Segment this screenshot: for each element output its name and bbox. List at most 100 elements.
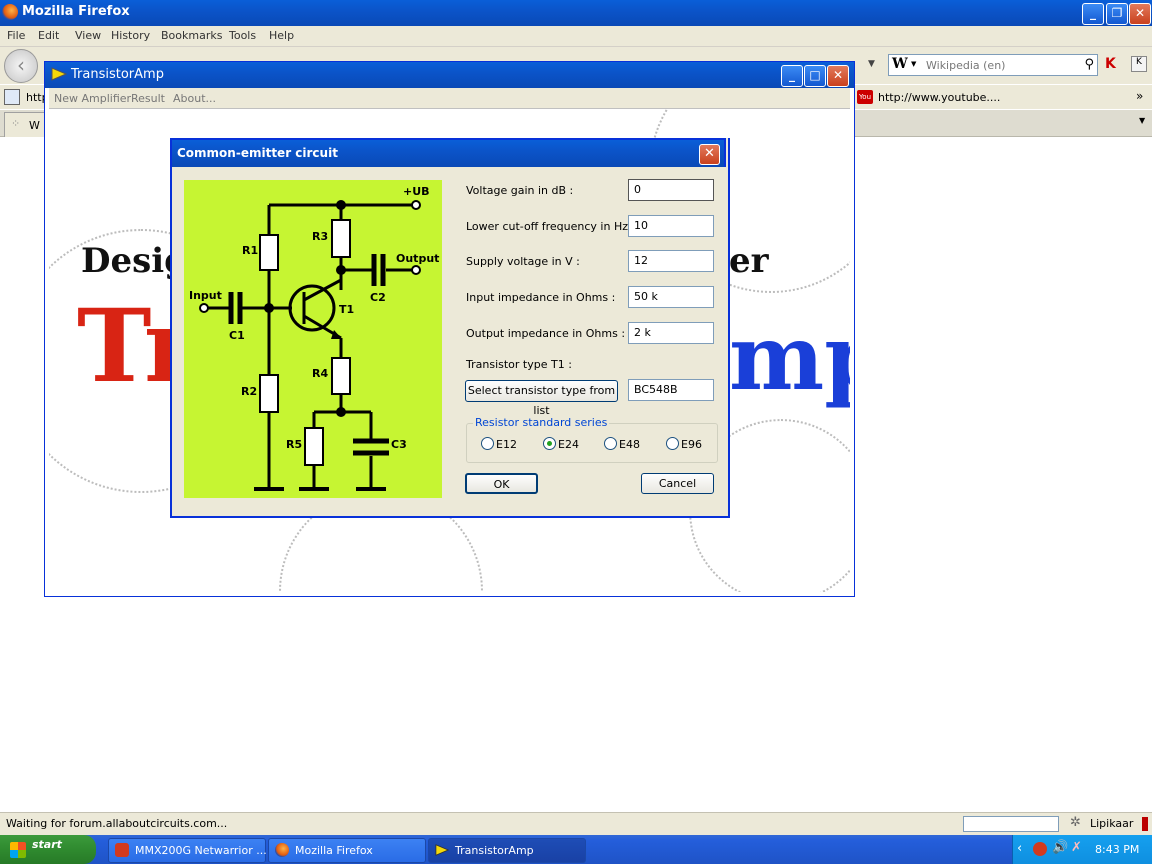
label-c1: C1 [229,329,245,342]
menu-result[interactable]: Result [131,92,165,105]
task-netwarrior-label: MMX200G Netwarrior ... [135,844,267,857]
youtube-icon: You [857,90,873,104]
taskbar: start MMX200G Netwarrior ... Mozilla Fir… [0,835,1152,864]
minimize-button[interactable]: _ [1082,3,1104,25]
network-icon[interactable]: ✗ [1071,840,1082,855]
ta-minimize-button[interactable]: _ [781,65,803,87]
ta-close-button[interactable]: ✕ [827,65,849,87]
tray-app-icon[interactable] [1033,842,1047,856]
cancel-button[interactable]: Cancel [641,473,714,494]
menu-new-amplifier[interactable]: New Amplifier [54,92,131,105]
ok-button[interactable]: OK [465,473,538,494]
netwarrior-icon [115,843,129,857]
label-c2: C2 [370,291,386,304]
supply-voltage-input[interactable]: 12 [628,250,714,272]
radio-selected-icon[interactable] [543,437,556,450]
dialog-close-button[interactable]: ✕ [699,144,720,165]
dialog-title: Common-emitter circuit [177,146,338,160]
transistoramp-title: TransistorAmp [71,67,164,82]
tab-left[interactable]: ⁘ W [4,112,46,137]
radio-e12[interactable]: E12 [481,437,517,451]
loading-icon: ⁘ [11,117,21,130]
ta-maximize-button[interactable]: □ [804,65,826,87]
menu-edit[interactable]: Edit [38,29,59,42]
radio-e48-label: E48 [619,438,640,451]
task-transistoramp[interactable]: TransistorAmp [428,838,586,863]
status-stop-icon [1142,817,1148,831]
label-t1: T1 [339,303,355,316]
transistor-type-field[interactable]: BC548B [628,379,714,401]
engine-dropdown-icon[interactable]: ▼ [911,60,916,68]
maximize-button[interactable]: ❐ [1106,3,1128,25]
tab-left-label: W [29,119,40,132]
search-icon[interactable]: ⚲ [1084,57,1094,72]
resistor-series-label: Resistor standard series [473,416,610,429]
wikipedia-icon[interactable]: W [892,56,908,72]
supply-voltage-label: Supply voltage in V : [466,255,580,268]
radio-circle-icon[interactable] [604,437,617,450]
close-button[interactable]: ✕ [1129,3,1151,25]
tray-chevron-icon[interactable]: ‹ [1017,841,1022,856]
search-placeholder: Wikipedia (en) [926,59,1006,72]
firefox-logo-icon [2,4,18,20]
gear-icon[interactable]: ✲ [1070,815,1081,830]
task-firefox[interactable]: Mozilla Firefox [268,838,426,863]
firefox-icon [275,843,289,857]
cutoff-frequency-label: Lower cut-off frequency in Hz : [466,220,636,233]
radio-e24[interactable]: E24 [543,437,579,451]
radio-circle-icon[interactable] [481,437,494,450]
addon-box-icon[interactable]: K [1131,56,1147,72]
menu-bookmarks[interactable]: Bookmarks [161,29,222,42]
circuit-diagram: +UB R1 R3 Output C2 Input T1 C1 R4 R2 R5… [184,180,442,498]
label-r3: R3 [312,230,329,243]
menu-file[interactable]: File [7,29,25,42]
label-ub: +UB [403,185,430,198]
radio-e96[interactable]: E96 [666,437,702,451]
cutoff-frequency-input[interactable]: 10 [628,215,714,237]
start-button[interactable]: start [0,835,96,864]
chevron-right-icon[interactable]: » [1136,89,1143,103]
radio-circle-icon[interactable] [666,437,679,450]
label-input: Input [189,289,222,302]
bg-title-right: er [729,241,769,281]
addon-k-icon[interactable]: K [1105,56,1116,72]
status-bar: Waiting for forum.allaboutcircuits.com..… [0,812,1152,835]
menu-tools[interactable]: Tools [229,29,256,42]
progress-bar [963,816,1059,832]
transistoramp-title-bar: TransistorAmp _ □ ✕ [45,62,854,88]
transistoramp-menu-bar: New Amplifier Result About... [49,88,850,109]
clock: 8:43 PM [1095,843,1140,856]
radio-e48[interactable]: E48 [604,437,640,451]
system-tray: ‹ 🔊 ✗ 8:43 PM [1012,835,1152,864]
firefox-title: Mozilla Firefox [22,4,130,19]
status-text: Waiting for forum.allaboutcircuits.com..… [6,817,228,830]
radio-e12-label: E12 [496,438,517,451]
radio-e96-label: E96 [681,438,702,451]
output-impedance-input[interactable]: 2 k [628,322,714,344]
bookmark-youtube[interactable]: http://www.youtube.... [878,91,1000,104]
task-netwarrior[interactable]: MMX200G Netwarrior ... [108,838,267,863]
transistoramp-task-icon [435,844,449,856]
select-transistor-button[interactable]: Select transistor type from list [465,380,618,417]
language-indicator[interactable]: Lipikaar [1090,817,1133,830]
tab-list-icon[interactable]: ▼ [1139,116,1145,125]
search-input[interactable]: W ▼ Wikipedia (en) ⚲ [888,54,1098,76]
input-impedance-label: Input impedance in Ohms : [466,291,616,304]
input-impedance-input[interactable]: 50 k [628,286,714,308]
task-firefox-label: Mozilla Firefox [295,844,373,857]
transistor-type-label: Transistor type T1 : [466,358,572,371]
dropdown-arrow-icon[interactable]: ▼ [868,59,875,69]
label-r5: R5 [286,438,303,451]
menu-about[interactable]: About... [173,92,216,105]
dialog-title-bar: Common-emitter circuit ✕ [170,138,726,167]
volume-icon[interactable]: 🔊 [1052,840,1068,855]
back-arrow-icon[interactable]: ‹ [4,49,38,83]
transistoramp-app-icon [51,67,67,81]
menu-help[interactable]: Help [269,29,294,42]
menu-view[interactable]: View [75,29,101,42]
task-transistoramp-label: TransistorAmp [455,844,534,857]
label-r4: R4 [312,367,329,380]
resistor-series-group: Resistor standard series E12 E24 E48 E96 [466,416,718,463]
voltage-gain-input[interactable]: 0 [628,179,714,201]
menu-history[interactable]: History [111,29,150,42]
